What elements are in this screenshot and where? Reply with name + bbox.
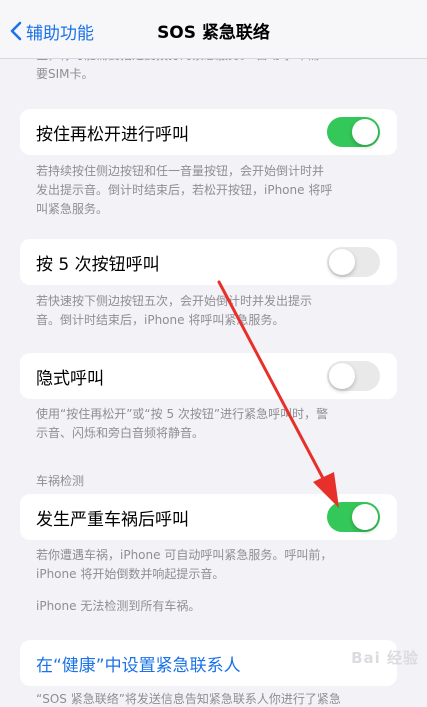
back-button[interactable]: 辅助功能 (10, 18, 94, 44)
annotation-arrow-icon (217, 280, 339, 508)
chevron-left-icon (10, 21, 22, 41)
back-button-label: 辅助功能 (26, 23, 94, 44)
navigation-bar: 辅助功能 SOS 紧急联络 (0, 0, 427, 59)
